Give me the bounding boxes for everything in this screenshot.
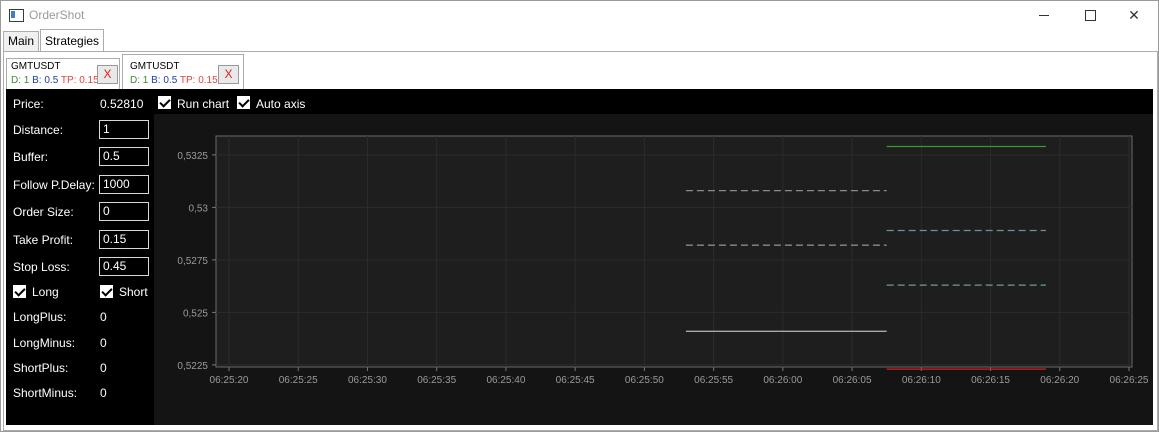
x-tick-label: 06:25:45 [556, 375, 595, 386]
strategy-info: D: 1 B: 0.5 TP: 0.15 [130, 75, 218, 86]
close-strategy-button[interactable]: X [97, 65, 118, 84]
take-profit-input[interactable]: 0.15 [99, 230, 149, 249]
long-label: Long [32, 285, 59, 299]
x-tick-label: 06:26:10 [902, 375, 941, 386]
app-icon [9, 9, 24, 22]
x-tick-label: 06:26:20 [1040, 375, 1079, 386]
x-tick-label: 06:25:30 [348, 375, 387, 386]
close-button[interactable]: ✕ [1111, 1, 1157, 30]
auto-axis-label: Auto axis [256, 97, 306, 111]
x-tick-label: 06:26:25 [1110, 375, 1149, 386]
title-bar[interactable]: OrderShot ✕ [1, 1, 1158, 30]
y-tick-label: 0,525 [183, 308, 208, 319]
price-label: Price: [13, 97, 44, 111]
long-minus-label: LongMinus: [13, 336, 76, 350]
price-chart-container: 06:25:20 06:25:25 06:25:30 06:25:35 06:25:40… [154, 114, 1153, 425]
x-tick-label: 06:25:20 [210, 375, 249, 386]
run-chart-checkbox[interactable] [158, 96, 171, 109]
short-minus-value: 0 [100, 386, 107, 400]
x-tick-label: 06:26:05 [833, 375, 872, 386]
long-minus-value: 0 [100, 336, 107, 350]
follow-delay-label: Follow P.Delay: [13, 178, 95, 192]
stop-loss-label: Stop Loss: [13, 260, 70, 274]
long-plus-label: LongPlus: [13, 310, 67, 324]
y-tick-label: 0,5225 [177, 361, 208, 372]
short-checkbox[interactable] [100, 285, 113, 298]
distance-label: Distance: [13, 123, 64, 137]
tab-strategies[interactable]: Strategies [40, 29, 105, 52]
maximize-button[interactable] [1067, 1, 1113, 30]
long-checkbox[interactable] [13, 285, 26, 298]
y-tick-label: 0,5325 [177, 151, 208, 162]
y-tick-label: 0,53 [189, 203, 209, 214]
y-tick-label: 0,5275 [177, 256, 208, 267]
strategy-panel: Price: 0.52810 Distance: 1 Buffer: 0.5 F… [6, 89, 1153, 425]
strategy-symbol: GMTUSDT [130, 61, 180, 72]
minimize-button[interactable] [1021, 1, 1067, 30]
auto-axis-checkbox[interactable] [237, 96, 250, 109]
long-plus-value: 0 [100, 310, 107, 324]
x-tick-label: 06:26:00 [763, 375, 802, 386]
follow-delay-input[interactable]: 1000 [99, 175, 149, 194]
short-label: Short [119, 285, 148, 299]
x-tick-label: 06:25:40 [486, 375, 525, 386]
x-tick-label: 06:25:50 [625, 375, 664, 386]
minimize-icon [1039, 15, 1049, 16]
window-title: OrderShot [29, 8, 85, 22]
strategy-info: D: 1 B: 0.5 TP: 0.15 [11, 75, 99, 86]
buffer-label: Buffer: [13, 150, 49, 164]
close-strategy-button[interactable]: X [218, 65, 239, 84]
order-size-label: Order Size: [13, 205, 74, 219]
plot-area [215, 135, 1133, 368]
maximize-icon [1084, 10, 1096, 21]
tab-main[interactable]: Main [3, 31, 40, 52]
app-window: OrderShot ✕ Main Strategies GMTUSDT D: 1… [0, 0, 1159, 432]
strategy-tab-2[interactable]: GMTUSDT D: 1 B: 0.5 TP: 0.15 X [122, 54, 244, 91]
x-tick-label: 06:25:55 [694, 375, 733, 386]
x-tick-label: 06:26:15 [971, 375, 1010, 386]
short-minus-label: ShortMinus: [13, 386, 78, 400]
run-chart-label: Run chart [177, 97, 230, 111]
buffer-input[interactable]: 0.5 [99, 147, 149, 166]
stop-loss-input[interactable]: 0.45 [99, 257, 149, 276]
distance-input[interactable]: 1 [99, 120, 149, 139]
short-plus-value: 0 [100, 361, 107, 375]
order-size-input[interactable]: 0 [99, 202, 149, 221]
short-plus-label: ShortPlus: [13, 361, 69, 375]
x-tick-label: 06:25:35 [417, 375, 456, 386]
take-profit-label: Take Profit: [13, 233, 74, 247]
strategy-symbol: GMTUSDT [11, 61, 61, 72]
close-icon: ✕ [1128, 7, 1140, 23]
price-value: 0.52810 [100, 97, 144, 111]
x-tick-label: 06:25:25 [279, 375, 318, 386]
price-chart[interactable]: 06:25:20 06:25:25 06:25:30 06:25:35 06:25:40… [154, 114, 1153, 425]
strategy-tab-1[interactable]: GMTUSDT D: 1 B: 0.5 TP: 0.15 X [6, 58, 120, 90]
